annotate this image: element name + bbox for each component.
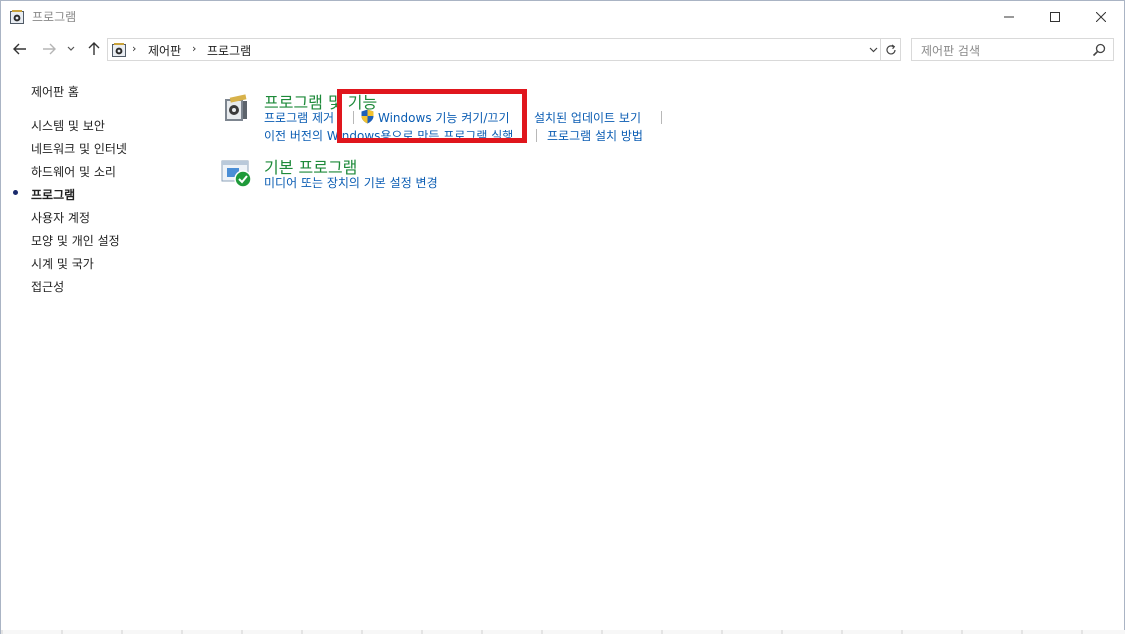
highlight-box [337, 89, 527, 143]
programs-features-icon[interactable] [221, 93, 255, 127]
control-panel-programs-icon [9, 9, 25, 25]
maximize-button[interactable] [1032, 1, 1078, 32]
active-item-bullet-icon [13, 190, 18, 195]
up-button[interactable] [83, 38, 105, 60]
breadcrumb-separator-icon[interactable]: › [132, 42, 136, 55]
bottom-edge [1, 630, 1125, 634]
breadcrumb-separator-icon[interactable]: › [192, 42, 196, 55]
link-change-media-device-defaults[interactable]: 미디어 또는 장치의 기본 설정 변경 [264, 174, 438, 191]
up-arrow-icon [88, 42, 100, 55]
back-button[interactable] [9, 38, 31, 60]
minimize-button[interactable] [986, 1, 1032, 32]
default-programs-icon[interactable] [221, 158, 255, 192]
sidebar: 제어판 홈 시스템 및 보안 네트워크 및 인터넷 하드웨어 및 소리 프로그램… [1, 66, 201, 626]
search-input[interactable]: 제어판 검색 [911, 38, 1114, 61]
link-uninstall-program[interactable]: 프로그램 제거 [264, 109, 334, 126]
forward-arrow-icon [43, 43, 56, 55]
refresh-icon [885, 44, 896, 54]
forward-button[interactable] [38, 38, 60, 60]
address-bar[interactable]: › 제어판 › 프로그램 [107, 38, 881, 61]
sidebar-item-ease-of-access[interactable]: 접근성 [31, 278, 64, 295]
sidebar-item-user-accounts[interactable]: 사용자 계정 [31, 209, 90, 226]
sidebar-item-control-panel-home[interactable]: 제어판 홈 [31, 83, 79, 100]
chevron-down-icon [869, 47, 877, 52]
search-placeholder: 제어판 검색 [921, 44, 981, 58]
search-icon[interactable] [1092, 43, 1106, 57]
link-divider [661, 111, 662, 124]
refresh-button[interactable] [881, 38, 901, 61]
sidebar-item-clock-region[interactable]: 시계 및 국가 [31, 255, 94, 272]
close-icon [1096, 11, 1106, 22]
address-dropdown-button[interactable] [866, 41, 880, 58]
minimize-icon [1004, 16, 1014, 17]
link-how-to-install-program[interactable]: 프로그램 설치 방법 [547, 127, 643, 144]
close-button[interactable] [1078, 1, 1124, 32]
link-divider [536, 129, 537, 142]
chevron-down-icon [67, 46, 75, 51]
sidebar-item-system-security[interactable]: 시스템 및 보안 [31, 117, 105, 134]
control-panel-window: 프로그램 › 제어판 › 프로그램 제어판 검색 제어판 홈 시스템 및 보안 … [0, 0, 1125, 634]
link-view-installed-updates[interactable]: 설치된 업데이트 보기 [534, 109, 641, 126]
maximize-icon [1050, 11, 1060, 22]
title-bar: 프로그램 [1, 1, 1124, 32]
control-panel-programs-icon [111, 42, 127, 58]
sidebar-item-appearance[interactable]: 모양 및 개인 설정 [31, 232, 120, 249]
breadcrumb-control-panel[interactable]: 제어판 [148, 42, 181, 59]
sidebar-item-network-internet[interactable]: 네트워크 및 인터넷 [31, 140, 127, 157]
window-title: 프로그램 [32, 10, 77, 24]
sidebar-item-programs[interactable]: 프로그램 [31, 186, 75, 203]
recent-locations-button[interactable] [63, 38, 79, 60]
navigation-bar: › 제어판 › 프로그램 제어판 검색 [1, 32, 1124, 66]
sidebar-item-hardware-sound[interactable]: 하드웨어 및 소리 [31, 163, 116, 180]
breadcrumb-programs[interactable]: 프로그램 [207, 42, 251, 59]
back-arrow-icon [13, 43, 26, 55]
